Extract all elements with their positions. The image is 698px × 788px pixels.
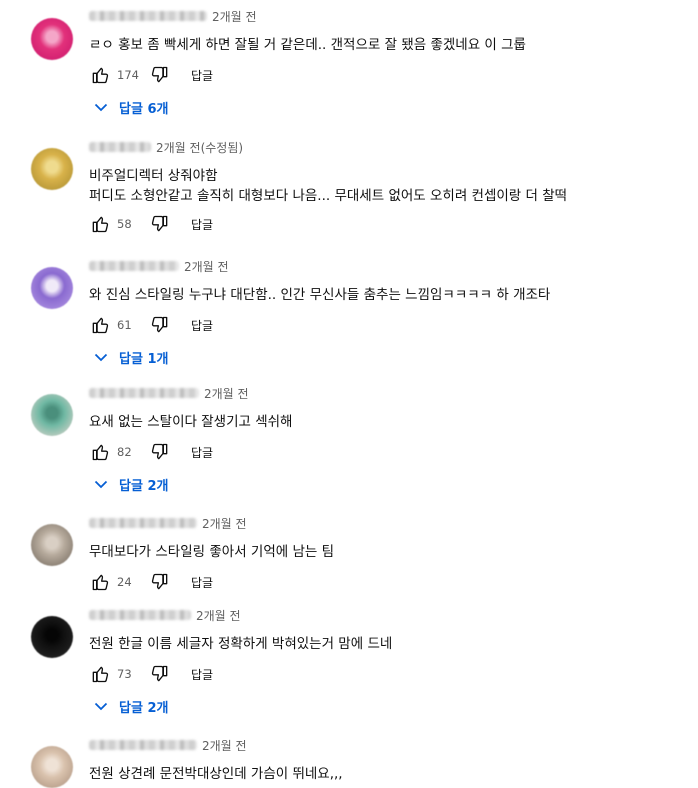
reply-button[interactable]: 답글	[191, 216, 213, 233]
like-button[interactable]	[89, 663, 111, 685]
comment-time[interactable]: 2개월 전	[184, 258, 229, 275]
like-count: 24	[117, 575, 132, 589]
author-name[interactable]	[89, 11, 207, 21]
dislike-button[interactable]	[149, 571, 171, 593]
comment-time[interactable]: 2개월 전	[202, 515, 247, 532]
view-replies-button[interactable]: 답글 2개	[94, 696, 168, 716]
comment-time[interactable]: 2개월 전	[204, 385, 249, 402]
view-replies-button[interactable]: 답글 1개	[94, 347, 168, 367]
comment-actions: 24 답글	[89, 571, 213, 593]
comment-actions: 82 답글	[89, 441, 213, 463]
view-replies-button[interactable]: 답글 2개	[94, 474, 168, 494]
comment-header: 2개월 전	[89, 736, 247, 754]
like-button[interactable]	[89, 64, 111, 86]
like-count: 73	[117, 667, 132, 681]
comment-header: 2개월 전	[89, 257, 229, 275]
reply-button[interactable]: 답글	[191, 666, 213, 683]
thumb-up-icon	[90, 442, 110, 462]
thumb-down-icon	[150, 442, 170, 462]
author-name[interactable]	[89, 518, 197, 528]
replies-label: 답글 6개	[119, 101, 169, 117]
reply-button[interactable]: 답글	[191, 317, 213, 334]
comment-text-line2: 퍼디도 소형안같고 솔직히 대형보다 나음... 무대세트 없어도 오히려 컨셉…	[89, 188, 568, 204]
thumb-up-icon	[90, 214, 110, 234]
reply-button[interactable]: 답글	[191, 444, 213, 461]
comment-header: 2개월 전	[89, 514, 247, 532]
comment-text: 와 진심 스타일링 누구냐 대단함.. 인간 무신사들 춤추는 느낌임ㅋㅋㅋㅋ …	[89, 287, 551, 303]
comment-text: ㄹㅇ 홍보 좀 빡세게 하면 잘될 거 같은데.. 갠적으로 잘 됐음 좋겠네요…	[89, 37, 526, 53]
dislike-button[interactable]	[149, 441, 171, 463]
thumb-down-icon	[150, 315, 170, 335]
dislike-button[interactable]	[149, 314, 171, 336]
dislike-button[interactable]	[149, 663, 171, 685]
chevron-down-icon	[94, 479, 108, 489]
thumb-down-icon	[150, 214, 170, 234]
thumb-up-icon	[90, 664, 110, 684]
chevron-down-icon	[94, 352, 108, 362]
like-button[interactable]	[89, 314, 111, 336]
reply-button[interactable]: 답글	[191, 574, 213, 591]
thumb-up-icon	[90, 315, 110, 335]
view-replies-button[interactable]: 답글 6개	[94, 97, 168, 117]
like-count: 82	[117, 445, 132, 459]
comment-header: 2개월 전	[89, 606, 241, 624]
like-count: 174	[117, 68, 139, 82]
comment-time[interactable]: 2개월 전(수정됨)	[156, 139, 243, 156]
like-button[interactable]	[89, 571, 111, 593]
author-name[interactable]	[89, 261, 179, 271]
comment-text: 전원 상견례 문전박대상인데 가슴이 뛰네요,,,	[89, 766, 343, 782]
avatar[interactable]	[31, 267, 73, 309]
thumb-down-icon	[150, 664, 170, 684]
comment-time[interactable]: 2개월 전	[196, 607, 241, 624]
comment-actions: 61 답글	[89, 314, 213, 336]
comment-time[interactable]: 2개월 전	[202, 737, 247, 754]
like-count: 58	[117, 217, 132, 231]
dislike-button[interactable]	[149, 213, 171, 235]
author-name[interactable]	[89, 610, 191, 620]
thumb-down-icon	[150, 65, 170, 85]
chevron-down-icon	[94, 102, 108, 112]
like-button[interactable]	[89, 213, 111, 235]
author-name[interactable]	[89, 142, 151, 152]
avatar[interactable]	[31, 616, 73, 658]
author-name[interactable]	[89, 388, 199, 398]
comment-text: 요새 없는 스탈이다 잘생기고 섹쉬해	[89, 414, 293, 430]
avatar[interactable]	[31, 746, 73, 788]
thumb-down-icon	[150, 572, 170, 592]
like-count: 61	[117, 318, 132, 332]
comment-header: 2개월 전(수정됨)	[89, 138, 243, 156]
comment-text: 전원 한글 이름 세글자 정확하게 박혀있는거 맘에 드네	[89, 636, 393, 652]
thumb-up-icon	[90, 572, 110, 592]
comment-text: 무대보다가 스타일링 좋아서 기억에 남는 팀	[89, 544, 335, 560]
avatar[interactable]	[31, 18, 73, 60]
comment-actions: 73 답글	[89, 663, 213, 685]
comment-header: 2개월 전	[89, 7, 257, 25]
author-name[interactable]	[89, 740, 197, 750]
comment-header: 2개월 전	[89, 384, 249, 402]
avatar[interactable]	[31, 524, 73, 566]
comment-text: 비주얼디렉터 상줘야함	[89, 168, 218, 184]
avatar[interactable]	[31, 394, 73, 436]
comment-time[interactable]: 2개월 전	[212, 8, 257, 25]
avatar[interactable]	[31, 148, 73, 190]
replies-label: 답글 2개	[119, 700, 169, 716]
comment-actions: 174 답글	[89, 64, 213, 86]
replies-label: 답글 1개	[119, 351, 169, 367]
replies-label: 답글 2개	[119, 478, 169, 494]
comment-actions: 58 답글	[89, 213, 213, 235]
dislike-button[interactable]	[149, 64, 171, 86]
like-button[interactable]	[89, 441, 111, 463]
reply-button[interactable]: 답글	[191, 67, 213, 84]
chevron-down-icon	[94, 701, 108, 711]
thumb-up-icon	[90, 65, 110, 85]
